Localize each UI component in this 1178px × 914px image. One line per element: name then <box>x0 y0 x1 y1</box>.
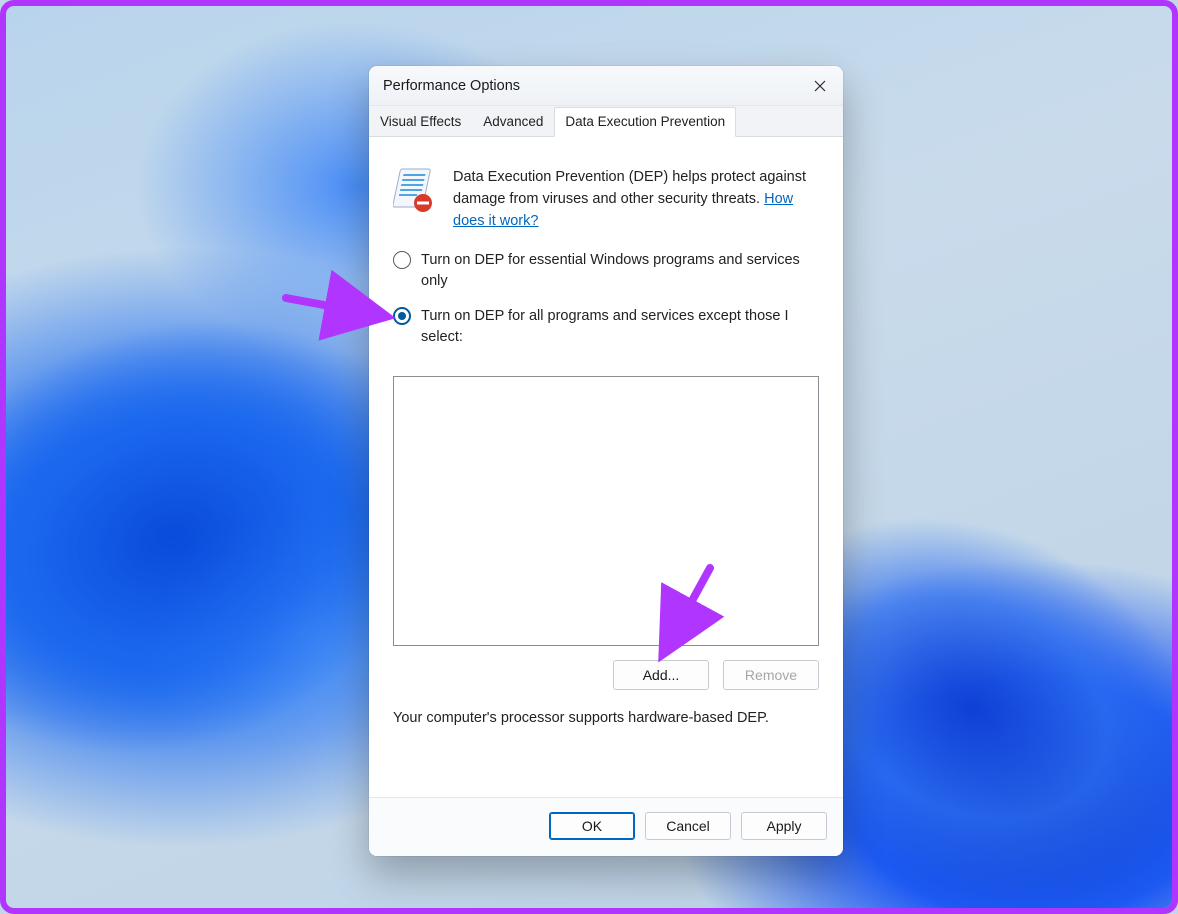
tab-dep[interactable]: Data Execution Prevention <box>554 107 736 137</box>
radio-option-all-except[interactable]: Turn on DEP for all programs and service… <box>393 306 819 348</box>
titlebar: Performance Options <box>369 66 843 106</box>
apply-button[interactable]: Apply <box>741 812 827 840</box>
radio-option-essential[interactable]: Turn on DEP for essential Windows progra… <box>393 250 819 292</box>
ok-button[interactable]: OK <box>549 812 635 840</box>
performance-options-dialog: Performance Options Visual Effects Advan… <box>369 66 843 856</box>
tab-body-dep: Data Execution Prevention (DEP) helps pr… <box>369 137 843 797</box>
list-button-row: Add... Remove <box>393 660 819 690</box>
radio-essential[interactable] <box>393 251 411 269</box>
support-text: Your computer's processor supports hardw… <box>393 710 819 726</box>
radio-essential-label: Turn on DEP for essential Windows progra… <box>421 250 819 292</box>
dep-intro: Data Execution Prevention (DEP) helps pr… <box>393 167 819 232</box>
dep-intro-text: Data Execution Prevention (DEP) helps pr… <box>453 167 819 232</box>
cancel-button[interactable]: Cancel <box>645 812 731 840</box>
dialog-footer: OK Cancel Apply <box>369 797 843 856</box>
dep-radio-group: Turn on DEP for essential Windows progra… <box>393 250 819 362</box>
tab-visual-effects[interactable]: Visual Effects <box>369 107 472 137</box>
remove-button: Remove <box>723 660 819 690</box>
close-button[interactable] <box>797 66 843 106</box>
dep-shield-icon <box>393 167 435 213</box>
tab-strip: Visual Effects Advanced Data Execution P… <box>369 106 843 137</box>
tab-advanced[interactable]: Advanced <box>472 107 554 137</box>
exception-listbox[interactable] <box>393 376 819 646</box>
dep-description: Data Execution Prevention (DEP) helps pr… <box>453 169 806 207</box>
radio-all-except-label: Turn on DEP for all programs and service… <box>421 306 819 348</box>
radio-all-except[interactable] <box>393 307 411 325</box>
close-icon <box>814 80 826 92</box>
dialog-title: Performance Options <box>383 78 520 94</box>
add-button[interactable]: Add... <box>613 660 709 690</box>
